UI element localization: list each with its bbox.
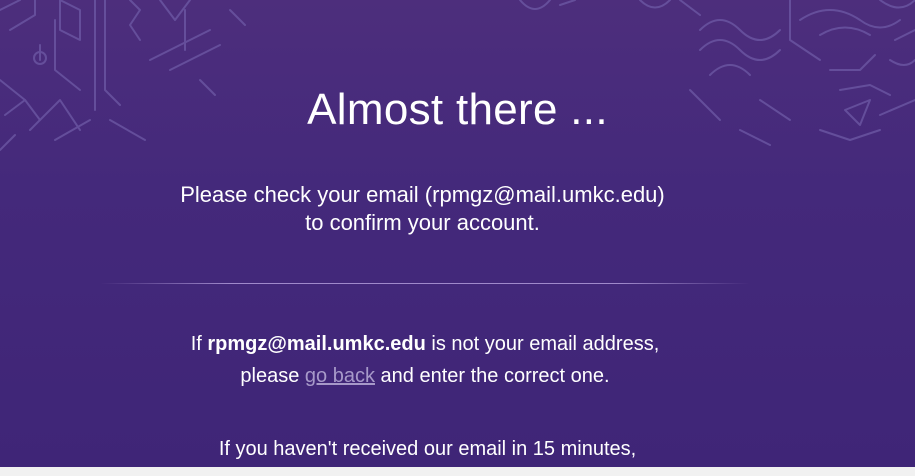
bottom-scroll-edge: [0, 467, 915, 476]
go-back-link[interactable]: go back: [305, 365, 375, 387]
check-email-line-1: Please check your email (rpmgz@mail.umkc…: [180, 182, 665, 207]
check-email-message: Please check your email (rpmgz@mail.umkc…: [0, 181, 845, 237]
page-title: Almost there ...: [307, 85, 608, 134]
wrong-email-prefix: If: [190, 333, 208, 355]
wrong-email-line-2-suffix: and enter the correct one.: [374, 365, 610, 387]
not-received-message: If you haven't received our email in 15 …: [0, 434, 855, 464]
divider: [100, 283, 750, 284]
not-received-line-1: If you haven't received our email in 15 …: [218, 438, 637, 460]
wrong-email-suffix: is not your email address,: [425, 333, 660, 355]
wrong-email-message: If rpmgz@mail.umkc.edu is not your email…: [0, 328, 850, 392]
wrong-email-line-2-prefix: please: [240, 365, 305, 387]
email-address: rpmgz@mail.umkc.edu: [207, 333, 426, 355]
check-email-line-2: to confirm your account.: [305, 210, 540, 235]
confirmation-page: Almost there ... Please check your email…: [0, 0, 915, 467]
